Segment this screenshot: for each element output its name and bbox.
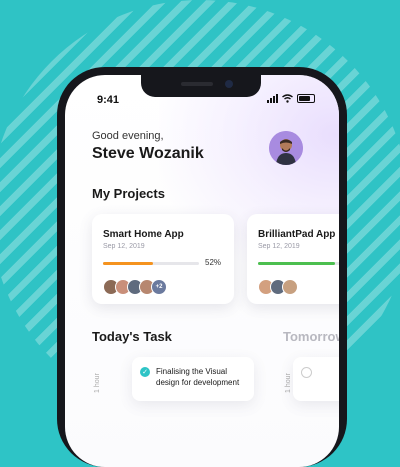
greeting: Good evening,: [92, 130, 164, 142]
wifi-icon: [282, 94, 293, 103]
checkbox-icon[interactable]: [301, 367, 312, 378]
member-avatars[interactable]: +2: [103, 279, 167, 295]
battery-icon: [297, 94, 315, 103]
person-icon: [269, 131, 303, 165]
user-name: Steve Wozanik: [92, 145, 204, 162]
app-screen: 9:41 Good evening, Steve Wozanik My Proj…: [65, 75, 339, 467]
task-text: Finalising the Visual design for develop…: [156, 367, 240, 387]
project-progress-bar: [258, 262, 339, 265]
project-date: Sep 12, 2019: [258, 243, 300, 250]
project-card[interactable]: Smart Home App Sep 12, 2019 52% +2: [92, 214, 234, 304]
my-projects-title: My Projects: [92, 186, 165, 201]
project-title: Smart Home App: [103, 229, 184, 240]
status-time: 9:41: [97, 94, 120, 106]
project-card[interactable]: BrilliantPad App Sep 12, 2019: [247, 214, 339, 304]
status-icons: [267, 94, 315, 103]
speaker: [181, 82, 213, 86]
task-card[interactable]: [293, 357, 339, 401]
progress-fill: [103, 262, 153, 265]
project-progress-bar: [103, 262, 199, 265]
project-title: BrilliantPad App: [258, 229, 336, 240]
member-avatars[interactable]: [258, 279, 298, 295]
check-icon[interactable]: ✓: [140, 367, 150, 377]
progress-percent: 52%: [205, 258, 222, 267]
progress-fill: [258, 262, 335, 265]
signal-icon: [267, 94, 278, 103]
more-members-badge: +2: [151, 279, 167, 295]
member-avatar: [282, 279, 298, 295]
tomorrow-title[interactable]: Tomorrow: [283, 329, 339, 344]
camera: [225, 80, 233, 88]
project-date: Sep 12, 2019: [103, 243, 145, 250]
hour-label: 1 hour: [94, 373, 101, 393]
hour-label: 1 hour: [285, 373, 292, 393]
task-card[interactable]: ✓ Finalising the Visual design for devel…: [132, 357, 254, 401]
phone-frame: 9:41 Good evening, Steve Wozanik My Proj…: [57, 67, 347, 467]
profile-avatar[interactable]: [269, 131, 303, 165]
notch: [141, 75, 261, 97]
todays-task-title: Today's Task: [92, 329, 172, 344]
